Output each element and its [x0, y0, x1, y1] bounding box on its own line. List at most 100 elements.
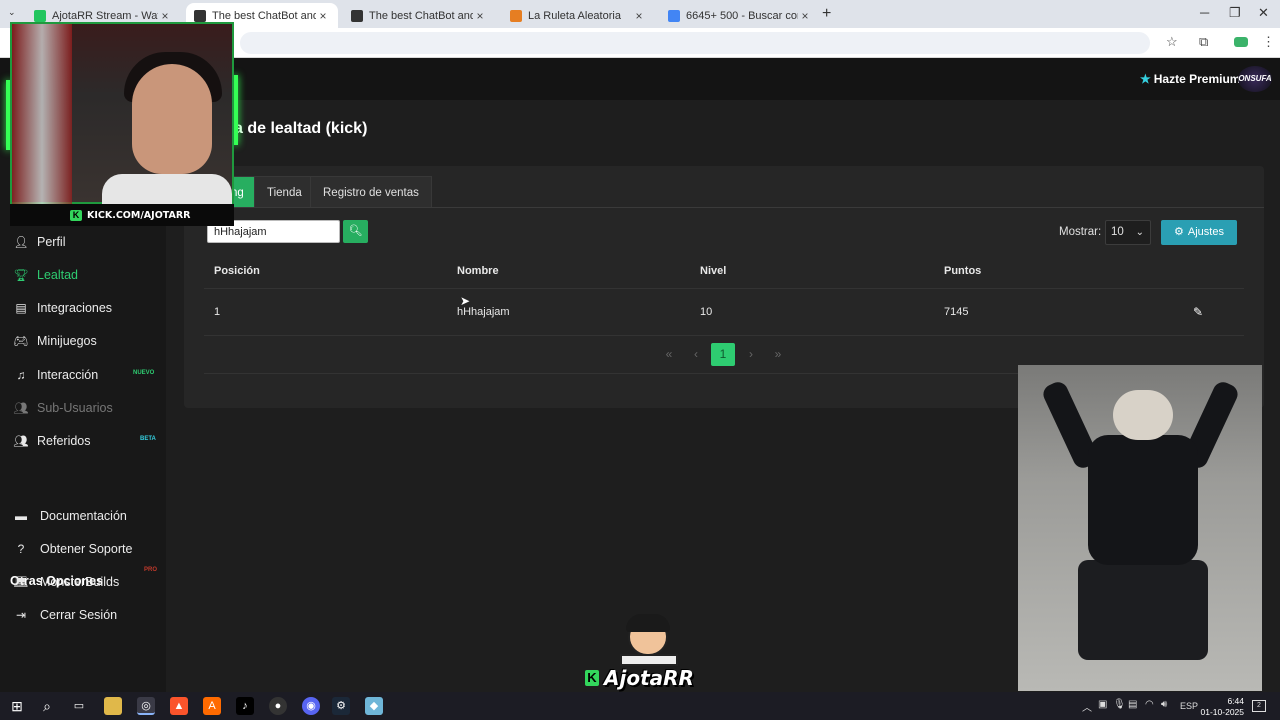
streamer-face: [132, 64, 212, 174]
user-icon: 👤︎: [13, 235, 29, 249]
column-header-position[interactable]: Posición: [214, 265, 260, 277]
tab-title: The best ChatBot and Widgets: [212, 9, 316, 22]
sidebar-item-interacci-n[interactable]: ♫ Interacción: [12, 365, 99, 385]
tab-favicon-icon: [510, 9, 522, 22]
profile-icon[interactable]: [1234, 37, 1248, 47]
windows-start-icon[interactable]: ⊞: [8, 697, 26, 715]
column-header-name[interactable]: Nombre: [457, 265, 499, 277]
tab-favicon-icon: [194, 9, 206, 22]
wifi-icon[interactable]: ◠: [1145, 699, 1154, 710]
tab-close-icon[interactable]: ×: [473, 9, 487, 23]
tray-icon[interactable]: ▣: [1098, 699, 1107, 710]
taskbar-clock[interactable]: 6:44 01-10-2025: [1200, 696, 1244, 718]
sidebar-item-minijuegos[interactable]: 🎮︎ Minijuegos: [12, 331, 97, 351]
restore-icon[interactable]: ❐: [1229, 5, 1241, 21]
cam-channel-label: KICK.COM/AJOTARR: [87, 210, 191, 221]
discord-icon[interactable]: ◉: [302, 697, 320, 715]
premium-link[interactable]: ★ Hazte Premium: [1140, 72, 1240, 86]
search-icon[interactable]: ⌕: [38, 697, 56, 715]
brave-icon[interactable]: ▲: [170, 697, 188, 715]
browser-tab[interactable]: La Ruleta Aleatoria ×: [502, 3, 654, 28]
notification-icon[interactable]: 2: [1252, 700, 1266, 712]
tab-close-icon[interactable]: ×: [632, 9, 646, 23]
browser-tab[interactable]: 6645+ 500 - Buscar con Google×: [660, 3, 820, 28]
referral-icon: 👥︎: [13, 434, 29, 448]
tab-search-icon[interactable]: ⌄: [8, 7, 16, 18]
edit-pencil-icon[interactable]: ✎: [1193, 305, 1203, 319]
game-capture-overlay: [1018, 365, 1262, 691]
table-divider: [204, 335, 1244, 336]
app-icon-2[interactable]: ◆: [365, 697, 383, 715]
sidebar-badge: PRO: [144, 567, 158, 573]
microphone-icon[interactable]: 🎙︎: [1113, 699, 1126, 710]
pagination-prev[interactable]: ‹: [684, 343, 708, 366]
show-count-value: 10: [1111, 226, 1124, 238]
show-count-select[interactable]: 10 ⌄: [1105, 220, 1151, 245]
task-view-icon[interactable]: ▭: [70, 697, 88, 715]
sidebar-item-lealtad[interactable]: 🏆︎ Lealtad: [12, 265, 78, 285]
tab-divider: [204, 207, 1264, 208]
pagination-last[interactable]: »: [766, 343, 790, 366]
tab-title: La Ruleta Aleatoria: [528, 9, 621, 22]
new-tab-button[interactable]: +: [822, 5, 831, 23]
volume-icon[interactable]: 🔊︎: [1161, 699, 1167, 710]
sidebar-item-documentaci-n[interactable]: ▬ Documentación: [12, 506, 127, 526]
column-header-level[interactable]: Nivel: [700, 265, 726, 277]
chevron-down-icon: ⌄: [1135, 227, 1144, 238]
chrome-icon[interactable]: ◎: [137, 697, 155, 715]
language-indicator[interactable]: ESP: [1180, 701, 1198, 711]
tray-arrow-icon[interactable]: ︿: [1082, 699, 1092, 714]
steam-icon[interactable]: ⚙: [332, 697, 350, 715]
sidebar-item-integraciones[interactable]: ▤ Integraciones: [12, 298, 112, 318]
integration-icon: ▤: [15, 301, 27, 315]
users-icon: 👥︎: [13, 401, 29, 415]
minimize-icon[interactable]: ─: [1200, 5, 1209, 20]
network-icon[interactable]: ▤: [1128, 699, 1137, 710]
sidebar-item-obtener-soporte[interactable]: ? Obtener Soporte: [12, 539, 133, 559]
windows-taskbar: ⊞ ⌕ ▭ ◎ ▲ A ♪ ● ◉ ⚙ ◆ ︿ ▣ 🎙︎ ▤ ◠ 🔊︎ ESP …: [0, 692, 1280, 720]
tab-close-icon[interactable]: ×: [798, 9, 812, 23]
character-dog-mask: [1113, 390, 1173, 440]
pagination-first[interactable]: «: [657, 343, 681, 366]
premium-label: Hazte Premium: [1153, 72, 1241, 86]
clock-time: 6:44: [1227, 696, 1244, 706]
pagination-current[interactable]: 1: [711, 343, 735, 366]
sidebar-item-label: Integraciones: [37, 301, 113, 315]
extensions-icon[interactable]: ⧉: [1199, 34, 1208, 50]
app-icon[interactable]: A: [203, 697, 221, 715]
obs-icon[interactable]: ●: [269, 697, 287, 715]
column-header-points[interactable]: Puntos: [944, 265, 981, 277]
sidebar-item-cerrar-sesi-n[interactable]: ⇥ Cerrar Sesión: [12, 605, 117, 625]
sidebar-item-monsterbuilds[interactable]: 💻︎ MonsterBuilds: [12, 572, 119, 592]
close-window-icon[interactable]: ✕: [1258, 5, 1269, 21]
sidebar-item-perfil[interactable]: 👤︎ Perfil: [12, 232, 65, 252]
mascot-desk: [620, 654, 678, 666]
sidebar-item-label: Minijuegos: [37, 334, 97, 348]
bookmark-star-icon[interactable]: ☆: [1166, 34, 1178, 50]
tab-close-icon[interactable]: ×: [158, 9, 172, 23]
sidebar-item-label: Cerrar Sesión: [40, 608, 118, 622]
pagination-next[interactable]: ›: [739, 343, 763, 366]
search-button[interactable]: 🔍︎: [343, 220, 368, 243]
menu-icon[interactable]: ⋮: [1262, 34, 1275, 50]
search-icon: 🔍︎: [348, 225, 363, 237]
sidebar-item-label: Perfil: [37, 235, 66, 249]
cell-level: 10: [700, 306, 713, 318]
brand-name: AjotaRR: [604, 666, 694, 690]
tab-sales-log[interactable]: Registro de ventas: [310, 176, 432, 208]
settings-button[interactable]: ⚙ Ajustes: [1161, 220, 1237, 245]
tiktok-icon[interactable]: ♪: [236, 697, 254, 715]
user-avatar[interactable]: ONSUFA: [1238, 66, 1272, 92]
logout-icon: ⇥: [15, 608, 27, 622]
tab-store[interactable]: Tienda: [254, 176, 315, 208]
sidebar-item-label: Obtener Soporte: [40, 542, 133, 556]
sidebar-badge: NUEVO: [133, 370, 155, 376]
sidebar-item-label: Documentación: [40, 509, 127, 523]
file-explorer-icon[interactable]: [104, 697, 122, 715]
tab-close-icon[interactable]: ×: [316, 9, 330, 23]
sidebar-item-sub-usuarios[interactable]: 👥︎ Sub-Usuarios: [12, 398, 112, 418]
help-icon: ?: [17, 542, 25, 556]
url-input[interactable]: [240, 32, 1150, 54]
sidebar-item-referidos[interactable]: 👥︎ Referidos: [12, 431, 90, 451]
browser-tab[interactable]: The best ChatBot and Widgets×: [343, 3, 495, 28]
